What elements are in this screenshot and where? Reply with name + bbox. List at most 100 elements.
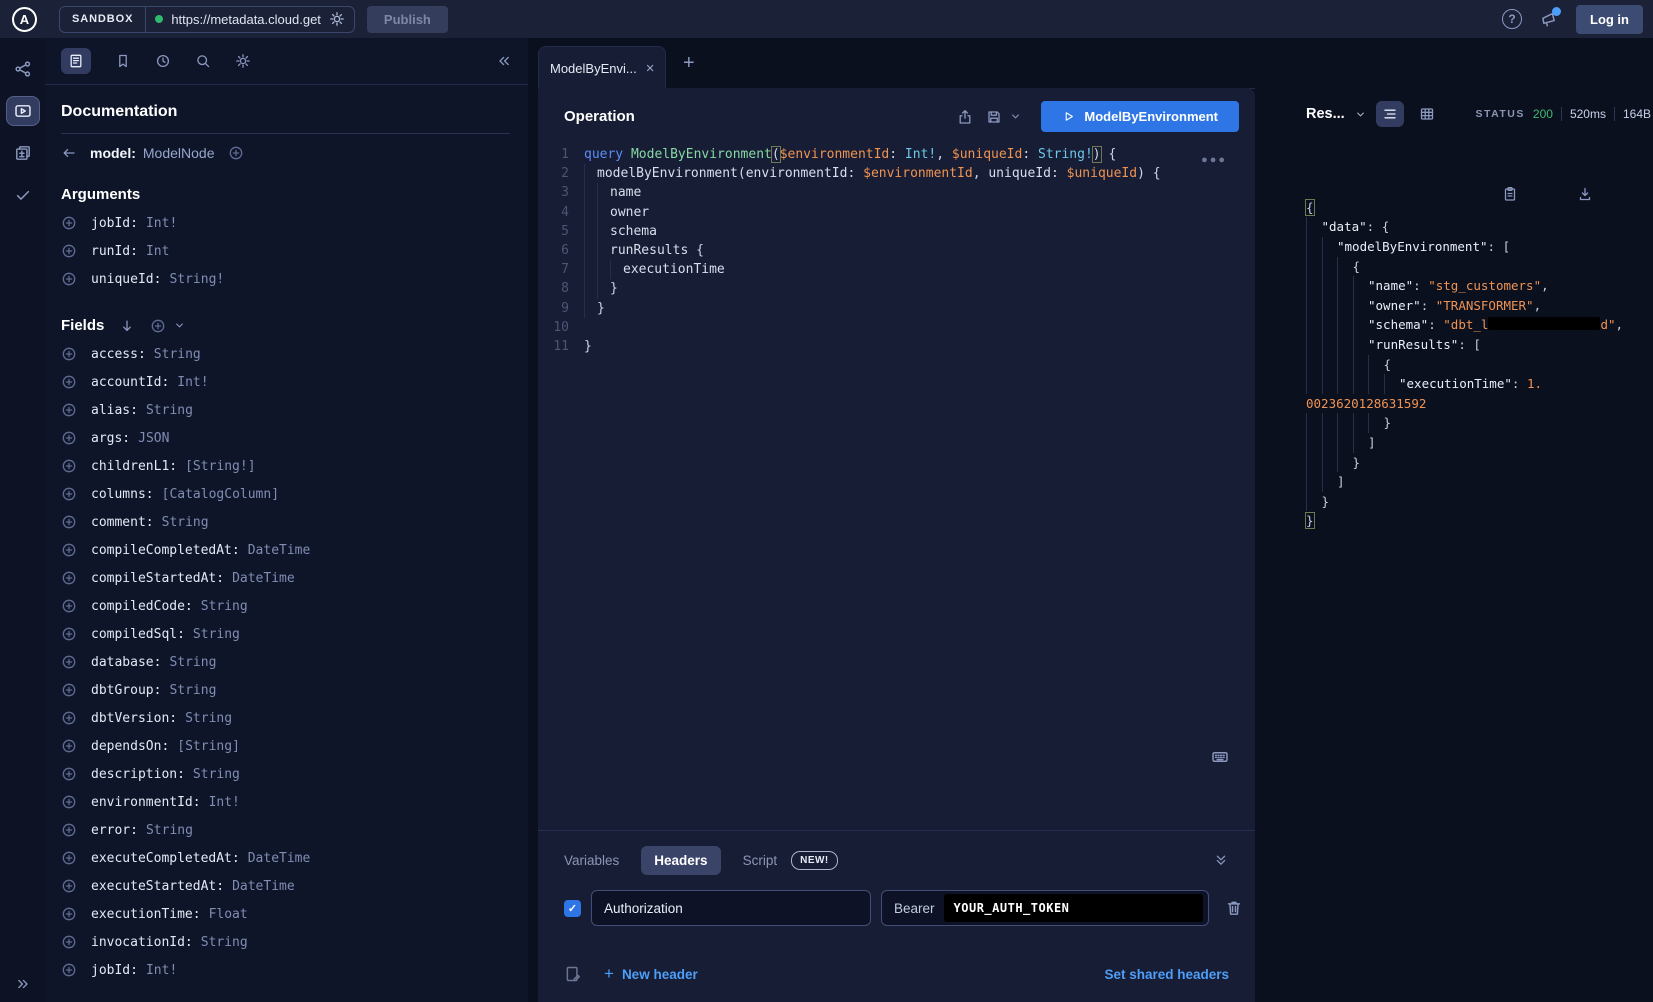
- add-to-query-icon[interactable]: [61, 682, 77, 698]
- sandbox-badge[interactable]: SANDBOX: [60, 7, 146, 32]
- documentation-tab-icon[interactable]: [61, 48, 91, 74]
- header-enabled-checkbox[interactable]: ✓: [564, 900, 581, 917]
- field-type-link[interactable]: JSON: [138, 431, 169, 446]
- add-to-query-icon[interactable]: [61, 374, 77, 390]
- apollo-logo[interactable]: A: [12, 7, 37, 32]
- field-type-link[interactable]: DateTime: [248, 543, 311, 558]
- add-to-query-icon[interactable]: [61, 878, 77, 894]
- field-type-link[interactable]: [String]: [177, 739, 240, 754]
- chevron-down-icon[interactable]: [173, 319, 186, 332]
- field-type-link[interactable]: String: [154, 347, 201, 362]
- field-type-link[interactable]: String: [146, 403, 193, 418]
- add-to-query-icon[interactable]: [61, 654, 77, 670]
- response-json[interactable]: {"data": {"modelByEnvironment": [{"name"…: [1306, 198, 1653, 531]
- operation-tab[interactable]: ModelByEnvi... ×: [538, 46, 666, 89]
- endpoint-url-input[interactable]: https://metadata.cloud.get: [171, 12, 321, 27]
- raw-view-icon[interactable]: [1376, 101, 1404, 127]
- query-editor[interactable]: 1query ModelByEnvironment($environmentId…: [538, 145, 1255, 356]
- tab-headers[interactable]: Headers: [641, 846, 720, 875]
- run-operation-button[interactable]: ModelByEnvironment: [1041, 101, 1239, 132]
- operation-menu-icon[interactable]: ●●●: [1201, 154, 1227, 166]
- field-type-link[interactable]: String: [201, 599, 248, 614]
- add-to-query-icon[interactable]: [61, 766, 77, 782]
- add-to-query-icon[interactable]: [61, 738, 77, 754]
- field-type-link[interactable]: String: [193, 627, 240, 642]
- share-icon[interactable]: [957, 109, 973, 125]
- field-type-link[interactable]: String!: [169, 272, 224, 287]
- header-value-input[interactable]: Bearer YOUR_AUTH_TOKEN: [881, 890, 1209, 926]
- operation-collection-icon[interactable]: [6, 138, 40, 168]
- add-to-query-icon[interactable]: [61, 626, 77, 642]
- add-to-query-icon[interactable]: [61, 486, 77, 502]
- field-type-link[interactable]: [CatalogColumn]: [162, 487, 279, 502]
- field-type-link[interactable]: DateTime: [232, 571, 295, 586]
- response-dropdown[interactable]: Res...: [1306, 106, 1345, 122]
- new-header-button[interactable]: + New header: [604, 964, 698, 984]
- add-to-query-icon[interactable]: [61, 794, 77, 810]
- field-type-link[interactable]: Int!: [146, 963, 177, 978]
- tab-variables[interactable]: Variables: [564, 853, 619, 868]
- add-to-query-icon[interactable]: [61, 710, 77, 726]
- add-to-query-icon[interactable]: [61, 215, 77, 231]
- field-type-link[interactable]: [String!]: [185, 459, 255, 474]
- add-to-query-icon[interactable]: [61, 271, 77, 287]
- field-type-link[interactable]: DateTime: [232, 879, 295, 894]
- code-line[interactable]: 2modelByEnvironment(environmentId: $envi…: [538, 164, 1255, 183]
- field-type-link[interactable]: Int!: [146, 216, 177, 231]
- code-line[interactable]: 8}: [538, 279, 1255, 298]
- add-to-query-icon[interactable]: [61, 243, 77, 259]
- code-line[interactable]: 5schema: [538, 222, 1255, 241]
- save-menu-chevron-icon[interactable]: [1009, 110, 1022, 123]
- code-line[interactable]: 1query ModelByEnvironment($environmentId…: [538, 145, 1255, 164]
- schema-graph-icon[interactable]: [6, 54, 40, 84]
- field-type-link[interactable]: DateTime: [248, 851, 311, 866]
- add-to-query-icon[interactable]: [61, 598, 77, 614]
- keyboard-shortcuts-icon[interactable]: [1211, 748, 1229, 766]
- field-type-link[interactable]: String: [146, 823, 193, 838]
- add-to-query-icon[interactable]: [61, 906, 77, 922]
- tab-script[interactable]: Script: [743, 853, 778, 868]
- add-to-query-icon[interactable]: [61, 822, 77, 838]
- add-all-fields-icon[interactable]: [150, 318, 166, 334]
- set-shared-headers-link[interactable]: Set shared headers: [1104, 967, 1229, 982]
- code-line[interactable]: 6runResults {: [538, 241, 1255, 260]
- field-type-link[interactable]: String: [169, 683, 216, 698]
- chevron-down-icon[interactable]: [1354, 108, 1367, 121]
- add-to-query-icon[interactable]: [61, 570, 77, 586]
- delete-header-icon[interactable]: [1225, 899, 1243, 917]
- publish-button[interactable]: Publish: [367, 6, 448, 33]
- back-arrow-icon[interactable]: [61, 145, 77, 161]
- copy-response-icon[interactable]: [1502, 147, 1562, 241]
- field-type-link[interactable]: Int!: [209, 795, 240, 810]
- explorer-icon[interactable]: [6, 96, 40, 126]
- checks-icon[interactable]: [6, 180, 40, 210]
- code-line[interactable]: 4owner: [538, 203, 1255, 222]
- field-type-link[interactable]: String: [193, 767, 240, 782]
- history-icon[interactable]: [155, 53, 171, 69]
- field-type-link[interactable]: Int: [146, 244, 169, 259]
- help-icon[interactable]: ?: [1502, 9, 1522, 29]
- add-to-query-icon[interactable]: [61, 962, 77, 978]
- add-to-query-icon[interactable]: [61, 402, 77, 418]
- announcements-icon[interactable]: [1540, 10, 1558, 28]
- field-type-link[interactable]: String: [185, 711, 232, 726]
- header-preset-icon[interactable]: [564, 965, 582, 983]
- login-button[interactable]: Log in: [1576, 5, 1643, 34]
- bookmark-icon[interactable]: [115, 53, 131, 69]
- add-to-query-icon[interactable]: [61, 430, 77, 446]
- code-line[interactable]: 9}: [538, 299, 1255, 318]
- add-to-query-icon[interactable]: [61, 850, 77, 866]
- download-response-icon[interactable]: [1577, 147, 1637, 241]
- add-to-query-icon[interactable]: [61, 934, 77, 950]
- breadcrumb-type-link[interactable]: ModelNode: [143, 145, 215, 161]
- endpoint-settings-icon[interactable]: [329, 11, 345, 27]
- add-field-icon[interactable]: [228, 145, 244, 161]
- code-line[interactable]: 10: [538, 318, 1255, 337]
- collapse-panel-icon[interactable]: [496, 53, 512, 69]
- settings-icon[interactable]: [235, 53, 251, 69]
- sort-down-icon[interactable]: [119, 318, 135, 334]
- search-icon[interactable]: [195, 53, 211, 69]
- add-to-query-icon[interactable]: [61, 458, 77, 474]
- add-to-query-icon[interactable]: [61, 514, 77, 530]
- header-key-input[interactable]: Authorization: [591, 890, 871, 926]
